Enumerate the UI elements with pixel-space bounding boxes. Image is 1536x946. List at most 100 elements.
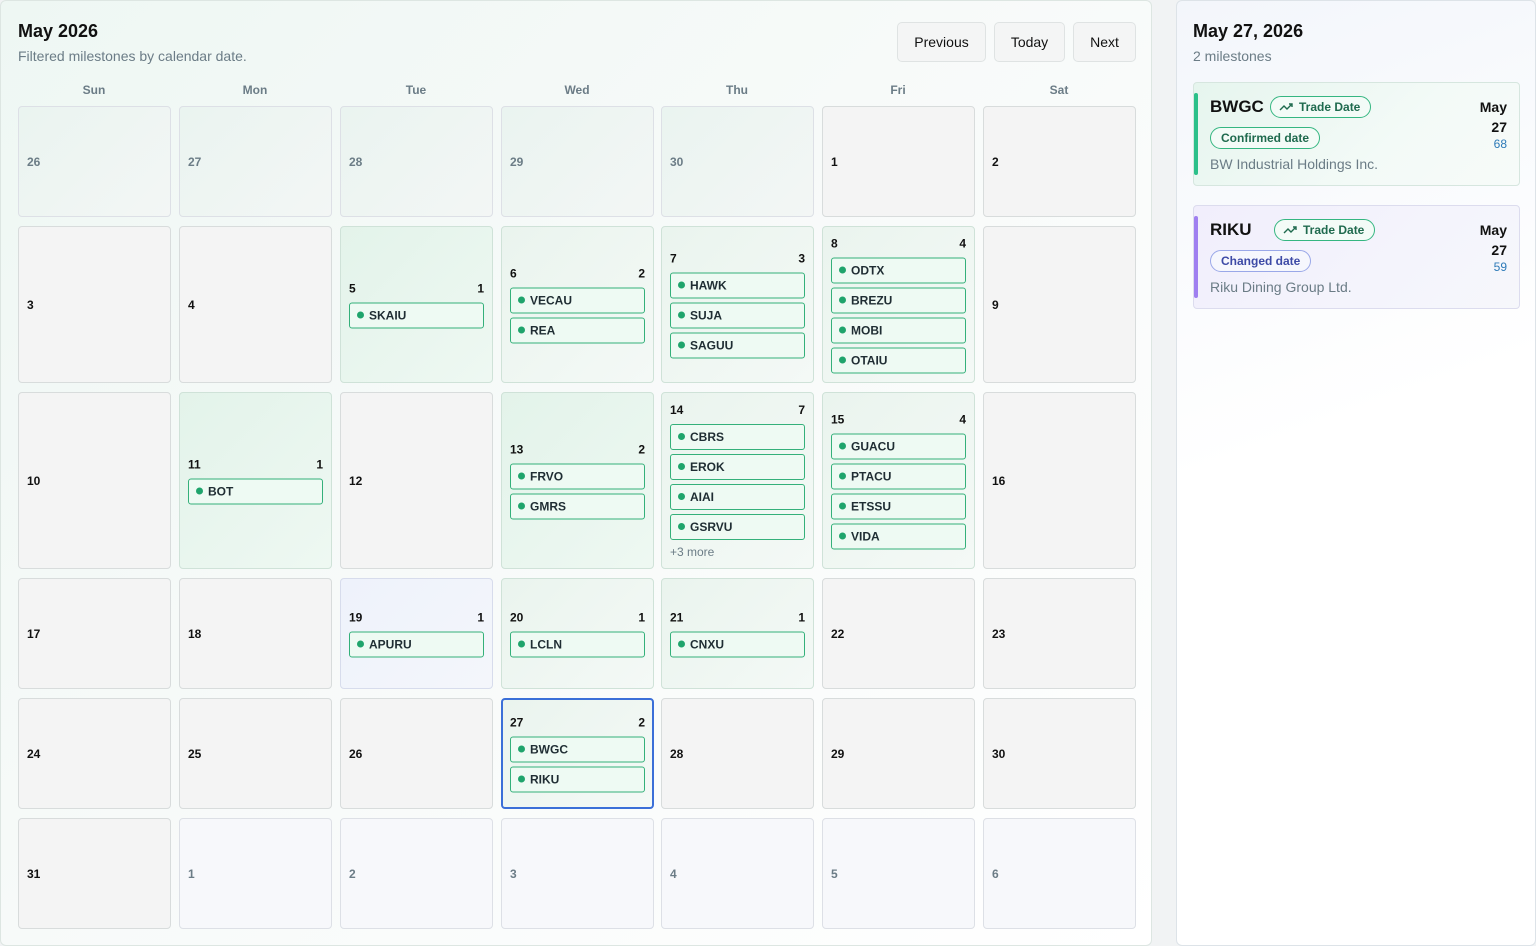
calendar-day-cell[interactable]: 15 4 GUACU PTACU ETSSU VIDA [822,392,975,569]
status-badge: Confirmed date [1210,127,1321,149]
calendar-day-cell[interactable]: 3 [501,818,654,929]
milestone-chip[interactable]: EROK [670,453,805,480]
day-number: 7 [670,251,677,265]
calendar-day-cell[interactable]: 28 [340,106,493,217]
day-number: 13 [510,442,524,456]
previous-button[interactable]: Previous [897,22,986,62]
day-number: 15 [831,412,845,426]
milestone-count-badge: 2 [638,266,645,280]
day-number: 26 [27,154,41,169]
calendar-day-cell[interactable]: 1 [179,818,332,929]
calendar-day-cell[interactable]: 16 [983,392,1136,569]
milestone-ticker: GSRVU [690,519,733,534]
milestone-card[interactable]: BWGC Trade Date Confirmed date BW Indust… [1193,82,1520,186]
calendar-day-cell[interactable]: 27 [179,106,332,217]
day-number: 29 [831,746,845,761]
next-button[interactable]: Next [1073,22,1136,62]
milestone-count-badge: 3 [798,251,805,265]
milestone-chip[interactable]: SUJA [670,302,805,328]
milestone-chip[interactable]: CNXU [670,631,805,657]
company-name: Riku Dining Group Ltd. [1210,279,1352,295]
milestone-chip[interactable]: BREZU [831,287,966,313]
calendar-day-cell[interactable]: 25 [179,698,332,809]
calendar-day-cell[interactable]: 9 [983,226,1136,383]
milestone-chip[interactable]: MOBI [831,317,966,343]
card-date: May 27 59 [1480,221,1507,273]
calendar-day-cell[interactable]: 10 [18,392,171,569]
calendar-day-cell[interactable]: 28 [661,698,814,809]
calendar-day-cell[interactable]: 27 2 BWGC RIKU [501,698,654,809]
status-dot-icon [839,442,846,450]
milestone-chip[interactable]: GUACU [831,433,966,459]
more-link[interactable]: +3 more [670,545,805,559]
milestone-chip[interactable]: VECAU [510,287,645,313]
milestone-chip[interactable]: VIDA [831,523,966,549]
calendar-day-cell[interactable]: 13 2 FRVO GMRS [501,392,654,569]
status-dot-icon [839,326,846,334]
calendar-day-cell[interactable]: 22 [822,578,975,689]
calendar-day-cell[interactable]: 12 [340,392,493,569]
milestone-chip[interactable]: GMRS [510,493,645,519]
milestone-chip[interactable]: SAGUU [670,332,805,358]
day-number: 4 [188,297,195,312]
calendar-day-cell[interactable]: 11 1 BOT [179,392,332,569]
today-button[interactable]: Today [994,22,1065,62]
day-number: 3 [510,866,517,881]
calendar-day-cell[interactable]: 18 [179,578,332,689]
calendar-day-cell[interactable]: 30 [983,698,1136,809]
milestone-chip[interactable]: BWGC [510,736,645,762]
calendar-day-cell[interactable]: 23 [983,578,1136,689]
milestone-chip[interactable]: CBRS [670,423,805,450]
day-number: 14 [670,402,684,417]
milestone-chip[interactable]: AIAI [670,483,805,510]
day-number: 30 [992,746,1006,761]
calendar-day-cell[interactable]: 5 1 SKAIU [340,226,493,383]
milestone-chip[interactable]: HAWK [670,272,805,298]
milestone-chip[interactable]: BOT [188,478,323,504]
calendar-day-cell[interactable]: 4 [661,818,814,929]
calendar-day-cell[interactable]: 4 [179,226,332,383]
calendar-day-cell[interactable]: 29 [822,698,975,809]
calendar-day-cell[interactable]: 24 [18,698,171,809]
milestone-chip[interactable]: REA [510,317,645,343]
calendar-day-cell[interactable]: 26 [340,698,493,809]
weekday-label: Sat [1049,83,1069,97]
milestone-chip[interactable]: SKAIU [349,302,484,328]
calendar-day-cell[interactable]: 5 [822,818,975,929]
day-number: 8 [831,236,838,250]
calendar-day-cell[interactable]: 2 [983,106,1136,217]
milestone-chip[interactable]: RIKU [510,766,645,792]
milestone-ticker: CNXU [690,637,725,651]
milestone-chip[interactable]: LCLN [510,631,645,657]
calendar-day-cell[interactable]: 1 [822,106,975,217]
calendar-day-cell[interactable]: 2 [340,818,493,929]
calendar-day-cell[interactable]: 19 1 APURU [340,578,493,689]
milestone-card[interactable]: RIKU Trade Date Changed date Riku Dining… [1193,205,1520,309]
milestone-ticker: EROK [690,459,725,474]
calendar-day-cell[interactable]: 30 [661,106,814,217]
weekday-label: Tue [405,83,427,97]
calendar-day-cell[interactable]: 29 [501,106,654,217]
milestone-chip[interactable]: ODTX [831,257,966,283]
status-dot-icon [518,502,525,510]
calendar-day-cell[interactable]: 8 4 ODTX BREZU MOBI OTAIU [822,226,975,383]
milestone-chip[interactable]: PTACU [831,463,966,489]
status-dot-icon [518,326,525,334]
milestone-chip[interactable]: OTAIU [831,347,966,373]
day-number: 17 [27,626,41,641]
calendar-day-cell[interactable]: 14 7 CBRS EROK AIAI GSRVU +3 more [661,392,814,569]
calendar-day-cell[interactable]: 20 1 LCLN [501,578,654,689]
calendar-day-cell[interactable]: 21 1 CNXU [661,578,814,689]
milestone-chip[interactable]: APURU [349,631,484,657]
calendar-day-cell[interactable]: 17 [18,578,171,689]
milestone-chip[interactable]: FRVO [510,463,645,489]
calendar-day-cell[interactable]: 26 [18,106,171,217]
milestone-chip[interactable]: ETSSU [831,493,966,519]
milestone-chip[interactable]: GSRVU [670,513,805,540]
calendar-day-cell[interactable]: 6 2 VECAU REA [501,226,654,383]
calendar-day-cell[interactable]: 3 [18,226,171,383]
calendar-day-cell[interactable]: 7 3 HAWK SUJA SAGUU [661,226,814,383]
trade-date-badge: Trade Date [1274,219,1376,241]
calendar-day-cell[interactable]: 31 [18,818,171,929]
calendar-day-cell[interactable]: 6 [983,818,1136,929]
